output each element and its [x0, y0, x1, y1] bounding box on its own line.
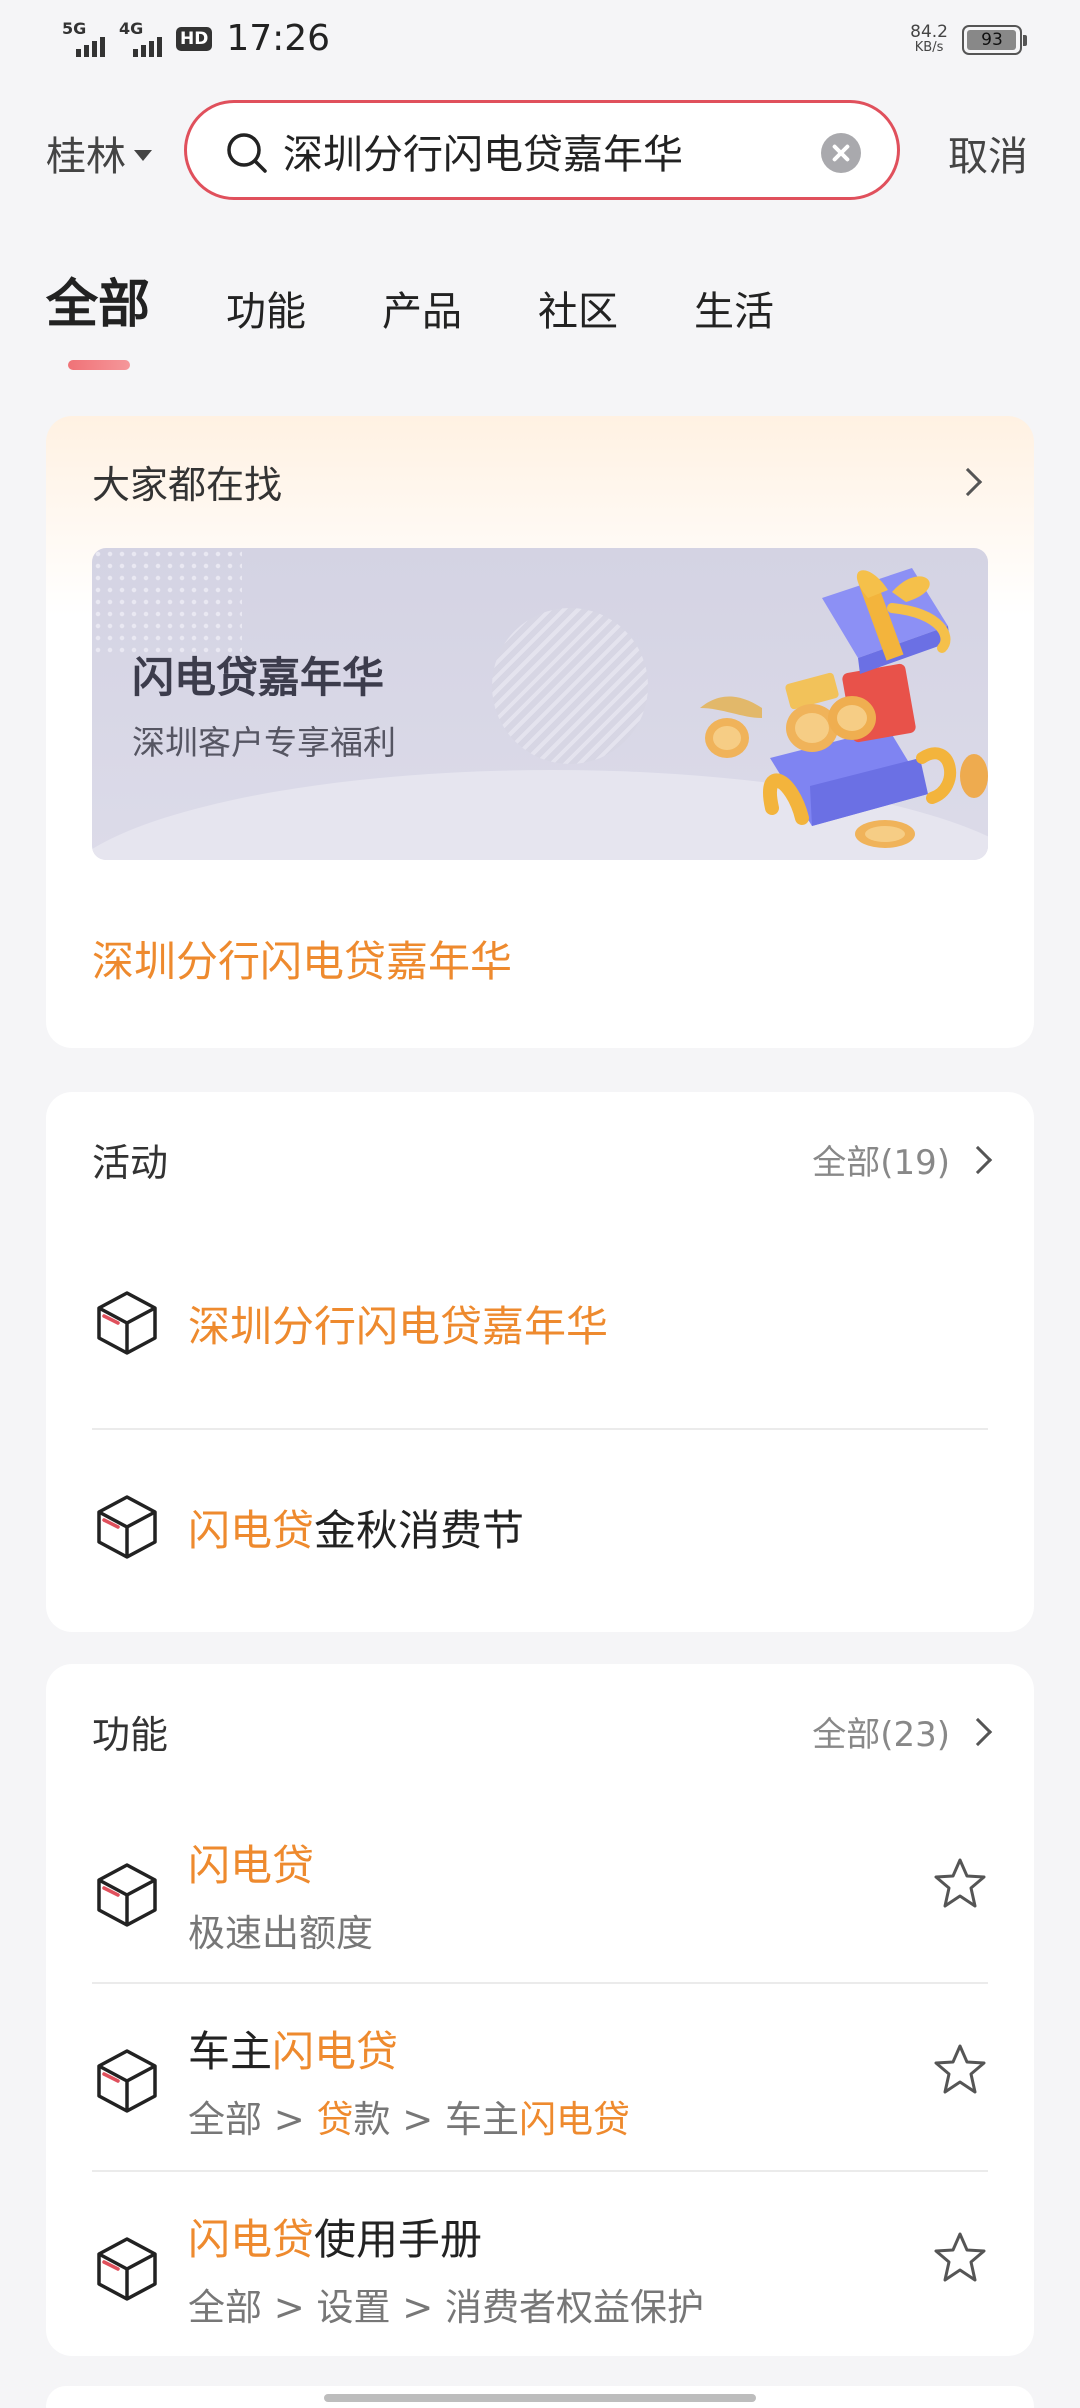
- list-item-title: 车主闪电贷: [188, 2018, 630, 2079]
- clock: 17:26: [226, 18, 331, 59]
- trending-link[interactable]: 深圳分行闪电贷嘉年华: [92, 928, 512, 989]
- search-row: 桂林 取消: [0, 98, 1080, 202]
- cancel-button[interactable]: 取消: [948, 124, 1028, 182]
- tab-products[interactable]: 产品: [382, 279, 462, 337]
- tab-life[interactable]: 生活: [694, 279, 774, 337]
- tab-functions[interactable]: 功能: [226, 279, 306, 337]
- list-item[interactable]: 闪电贷 极速出额度: [92, 1832, 988, 1957]
- search-box[interactable]: [184, 100, 900, 200]
- activity-see-all[interactable]: 全部(19): [812, 1135, 993, 1184]
- functions-header: 功能 全部(23): [92, 1704, 993, 1759]
- clear-icon[interactable]: [821, 133, 861, 173]
- list-item-title: 闪电贷: [188, 1832, 373, 1893]
- list-item-text: 深圳分行闪电贷嘉年华: [188, 1293, 608, 1354]
- trending-title: 大家都在找: [92, 463, 283, 507]
- banner-subtitle: 深圳客户专享福利: [132, 723, 396, 762]
- dots-decoration: [92, 548, 242, 658]
- home-indicator[interactable]: [324, 2394, 756, 2402]
- title-pre: 车主: [188, 2027, 273, 2076]
- divider: [92, 1428, 988, 1430]
- status-right: 84.2 KB/s 93: [910, 24, 1027, 56]
- list-item-subtitle: 全部 > 贷款 > 车主闪电贷: [188, 2089, 630, 2143]
- cube-icon: [97, 2236, 157, 2301]
- title-post: 使用手册: [314, 2215, 483, 2264]
- activity-card: 活动 全部(19) 深圳分行闪电贷嘉年华 闪电贷金秋消费节: [46, 1092, 1034, 1632]
- hd-voice-icon: HD: [176, 26, 213, 51]
- activity-title: 活动: [92, 1141, 169, 1185]
- functions-count: 全部(23): [812, 1715, 950, 1755]
- functions-card: 功能 全部(23) 闪电贷 极速出额度 车主闪电贷 全部 > 贷款 > 车主闪电…: [46, 1664, 1034, 2356]
- chevron-right-icon: [963, 1717, 993, 1746]
- tab-community[interactable]: 社区: [538, 279, 618, 337]
- speed-value: 84.2: [910, 22, 948, 42]
- signal-5g-icon: 5G: [62, 18, 105, 57]
- network-type-label: 5G: [62, 18, 87, 38]
- chevron-right-icon: [963, 1145, 993, 1174]
- city-selector[interactable]: 桂林: [46, 124, 152, 182]
- list-item[interactable]: 车主闪电贷 全部 > 贷款 > 车主闪电贷: [92, 2018, 988, 2143]
- network-speed: 84.2 KB/s: [910, 24, 948, 56]
- list-item-title: 闪电贷金秋消费节: [188, 1497, 524, 1558]
- list-item-title: 闪电贷使用手册: [188, 2206, 704, 2267]
- trending-card: 大家都在找 闪电贷嘉年华 深圳客户专享福利 深圳分行闪电贷嘉年华: [46, 416, 1034, 1048]
- battery-icon: 93: [962, 25, 1027, 55]
- path-highlight: 闪电贷: [519, 2098, 631, 2141]
- cube-icon: [97, 2048, 157, 2113]
- list-item[interactable]: 闪电贷金秋消费节: [92, 1492, 988, 1562]
- highlight-text: 深圳分行闪电贷嘉年华: [188, 1301, 609, 1351]
- cube-icon: [97, 1291, 157, 1355]
- battery-level: 93: [981, 30, 1003, 50]
- star-icon[interactable]: [932, 2042, 988, 2098]
- divider: [92, 1982, 988, 1984]
- path-part: 款 > 车主: [353, 2098, 520, 2141]
- promo-banner[interactable]: 闪电贷嘉年华 深圳客户专享福利: [92, 548, 988, 860]
- banner-title: 闪电贷嘉年华: [132, 653, 385, 702]
- search-input[interactable]: [283, 121, 783, 181]
- highlight-text: 闪电贷: [188, 1505, 315, 1555]
- cube-icon: [97, 1862, 157, 1927]
- circle-decoration: [492, 608, 648, 764]
- path-highlight: 贷: [316, 2098, 354, 2141]
- path-part: 全部 >: [188, 2098, 317, 2141]
- activity-count: 全部(19): [812, 1143, 950, 1183]
- chevron-right-icon: [953, 467, 983, 496]
- star-icon[interactable]: [932, 1856, 988, 1912]
- functions-see-all[interactable]: 全部(23): [812, 1707, 993, 1756]
- highlight-text: 闪电贷: [272, 2027, 399, 2076]
- tab-indicator: [68, 360, 130, 370]
- category-tabs: 全部 功能 产品 社区 生活: [46, 262, 850, 337]
- network-type-label: 4G: [119, 18, 144, 38]
- list-item-text: 闪电贷使用手册 全部 > 设置 > 消费者权益保护: [188, 2206, 704, 2331]
- activity-header: 活动 全部(19): [92, 1132, 993, 1187]
- trending-header[interactable]: 大家都在找: [92, 454, 988, 509]
- gift-box-icon: [700, 568, 988, 848]
- list-item-text: 闪电贷金秋消费节: [188, 1497, 524, 1558]
- star-icon[interactable]: [932, 2230, 988, 2286]
- search-icon: [227, 133, 267, 173]
- signal-4g-icon: 4G: [119, 18, 162, 57]
- list-item-text: 闪电贷 极速出额度: [188, 1832, 373, 1957]
- title-rest: 金秋消费节: [314, 1505, 525, 1555]
- status-bar: 5G 4G HD 17:26 84.2 KB/s 93: [0, 0, 1080, 84]
- list-item-subtitle: 全部 > 设置 > 消费者权益保护: [188, 2286, 705, 2329]
- city-label: 桂林: [46, 134, 126, 180]
- cube-icon: [97, 1495, 157, 1559]
- list-item[interactable]: 闪电贷使用手册 全部 > 设置 > 消费者权益保护: [92, 2206, 988, 2331]
- divider: [92, 2170, 988, 2172]
- list-item-text: 车主闪电贷 全部 > 贷款 > 车主闪电贷: [188, 2018, 630, 2143]
- tab-all[interactable]: 全部: [46, 262, 150, 337]
- highlight-text: 闪电贷: [188, 1841, 315, 1890]
- functions-title: 功能: [92, 1713, 169, 1757]
- caret-down-icon: [134, 149, 152, 161]
- highlight-text: 闪电贷: [188, 2215, 315, 2264]
- list-item-title: 深圳分行闪电贷嘉年华: [188, 1293, 608, 1354]
- speed-unit: KB/s: [914, 40, 944, 55]
- list-item[interactable]: 深圳分行闪电贷嘉年华: [92, 1288, 988, 1358]
- status-left: 5G 4G HD 17:26: [62, 18, 330, 59]
- list-item-subtitle: 极速出额度: [188, 1912, 373, 1955]
